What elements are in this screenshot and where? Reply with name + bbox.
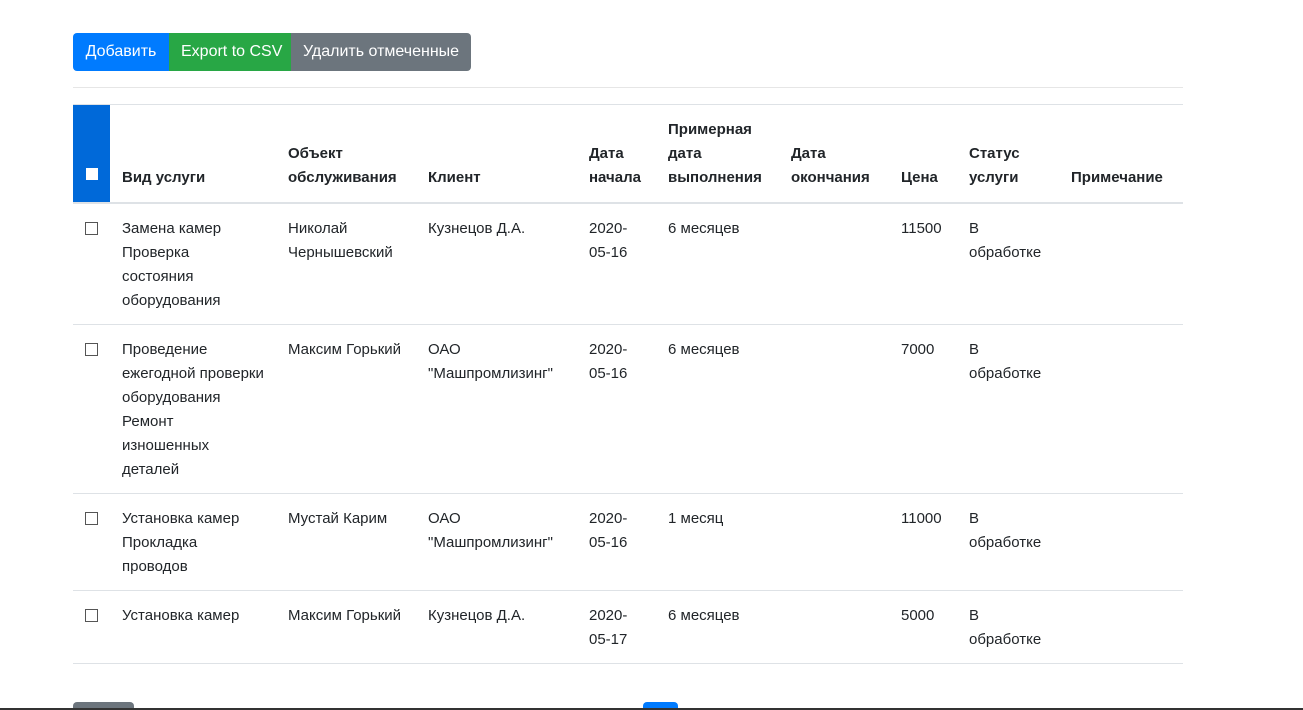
row-checkbox[interactable] xyxy=(85,221,98,235)
price-cell: 7000 xyxy=(889,324,957,494)
object-cell: Максим Горький xyxy=(276,324,416,494)
service-item: Установка камер xyxy=(122,509,240,527)
price-cell: 5000 xyxy=(889,590,957,664)
header-price[interactable]: Цена xyxy=(889,105,957,203)
service-cell: Замена камер Проверка состояния оборудов… xyxy=(110,202,276,325)
note-cell xyxy=(1059,324,1183,494)
price-cell: 11000 xyxy=(889,493,957,591)
header-start-date[interactable]: Дата начала xyxy=(577,105,656,203)
service-item: Ремонт изношенных деталей xyxy=(122,412,210,478)
start-date-cell: 2020-05-16 xyxy=(577,202,656,325)
service-cell: Установка камер Прокладка проводов xyxy=(110,493,276,591)
end-date-cell xyxy=(779,202,889,325)
toolbar: Добавить Export to CSV Удалить отмеченны… xyxy=(73,33,471,71)
header-object[interactable]: Объект обслуживания xyxy=(276,105,416,203)
row-checkbox[interactable] xyxy=(85,342,98,356)
export-csv-button[interactable]: Export to CSV xyxy=(169,33,291,71)
row-select-cell xyxy=(73,202,110,325)
page: Добавить Export to CSV Удалить отмеченны… xyxy=(0,0,1303,710)
service-item: Проверка состояния оборудования xyxy=(122,243,221,309)
header-note[interactable]: Примечание xyxy=(1059,105,1183,203)
service-cell: Проведение ежегодной проверки оборудован… xyxy=(110,324,276,494)
service-item: Прокладка проводов xyxy=(122,533,198,575)
table-row[interactable]: Замена камер Проверка состояния оборудов… xyxy=(73,202,1183,325)
services-table: Вид услуги Объект обслуживания Клиент Да… xyxy=(73,104,1183,664)
row-checkbox[interactable] xyxy=(85,511,98,525)
client-cell: Кузнецов Д.А. xyxy=(416,590,577,664)
client-cell: ОАО "Машпромлизинг" xyxy=(416,324,577,494)
estimated-date-cell: 1 месяц xyxy=(656,493,779,591)
start-date-cell: 2020-05-16 xyxy=(577,493,656,591)
header-status[interactable]: Статус услуги xyxy=(957,105,1059,203)
client-cell: Кузнецов Д.А. xyxy=(416,202,577,325)
object-cell: Максим Горький xyxy=(276,590,416,664)
price-cell: 11500 xyxy=(889,202,957,325)
table-row[interactable]: Установка камер Максим Горький Кузнецов … xyxy=(73,590,1183,664)
start-date-cell: 2020-05-17 xyxy=(577,590,656,664)
status-cell: В обработке xyxy=(957,493,1059,591)
table-row[interactable]: Проведение ежегодной проверки оборудован… xyxy=(73,324,1183,494)
client-cell: ОАО "Машпромлизинг" xyxy=(416,493,577,591)
row-select-cell xyxy=(73,324,110,494)
note-cell xyxy=(1059,590,1183,664)
row-checkbox[interactable] xyxy=(85,608,98,622)
service-cell: Установка камер xyxy=(110,590,276,664)
end-date-cell xyxy=(779,493,889,591)
table-header-row: Вид услуги Объект обслуживания Клиент Да… xyxy=(73,104,1183,203)
note-cell xyxy=(1059,493,1183,591)
service-item: Замена камер xyxy=(122,219,222,237)
header-client[interactable]: Клиент xyxy=(416,105,577,203)
service-item: Проведение ежегодной проверки оборудован… xyxy=(122,340,264,406)
status-cell: В обработке xyxy=(957,324,1059,494)
select-all-checkbox[interactable] xyxy=(85,167,98,180)
delete-selected-button[interactable]: Удалить отмеченные xyxy=(291,33,471,71)
table-row[interactable]: Установка камер Прокладка проводов Муста… xyxy=(73,493,1183,591)
object-cell: Николай Чернышевский xyxy=(276,202,416,325)
row-select-cell xyxy=(73,590,110,664)
select-all-cell xyxy=(73,104,110,203)
end-date-cell xyxy=(779,324,889,494)
header-end-date[interactable]: Дата окончания xyxy=(779,105,889,203)
service-item: Установка камер xyxy=(122,606,240,624)
end-date-cell xyxy=(779,590,889,664)
estimated-date-cell: 6 месяцев xyxy=(656,202,779,325)
start-date-cell: 2020-05-16 xyxy=(577,324,656,494)
status-cell: В обработке xyxy=(957,202,1059,325)
row-select-cell xyxy=(73,493,110,591)
header-service[interactable]: Вид услуги xyxy=(110,105,276,203)
add-button[interactable]: Добавить xyxy=(73,33,169,71)
status-cell: В обработке xyxy=(957,590,1059,664)
estimated-date-cell: 6 месяцев xyxy=(656,590,779,664)
header-estimated-date[interactable]: Примерная дата выполнения xyxy=(656,105,779,203)
object-cell: Мустай Карим xyxy=(276,493,416,591)
note-cell xyxy=(1059,202,1183,325)
estimated-date-cell: 6 месяцев xyxy=(656,324,779,494)
divider xyxy=(73,87,1183,88)
